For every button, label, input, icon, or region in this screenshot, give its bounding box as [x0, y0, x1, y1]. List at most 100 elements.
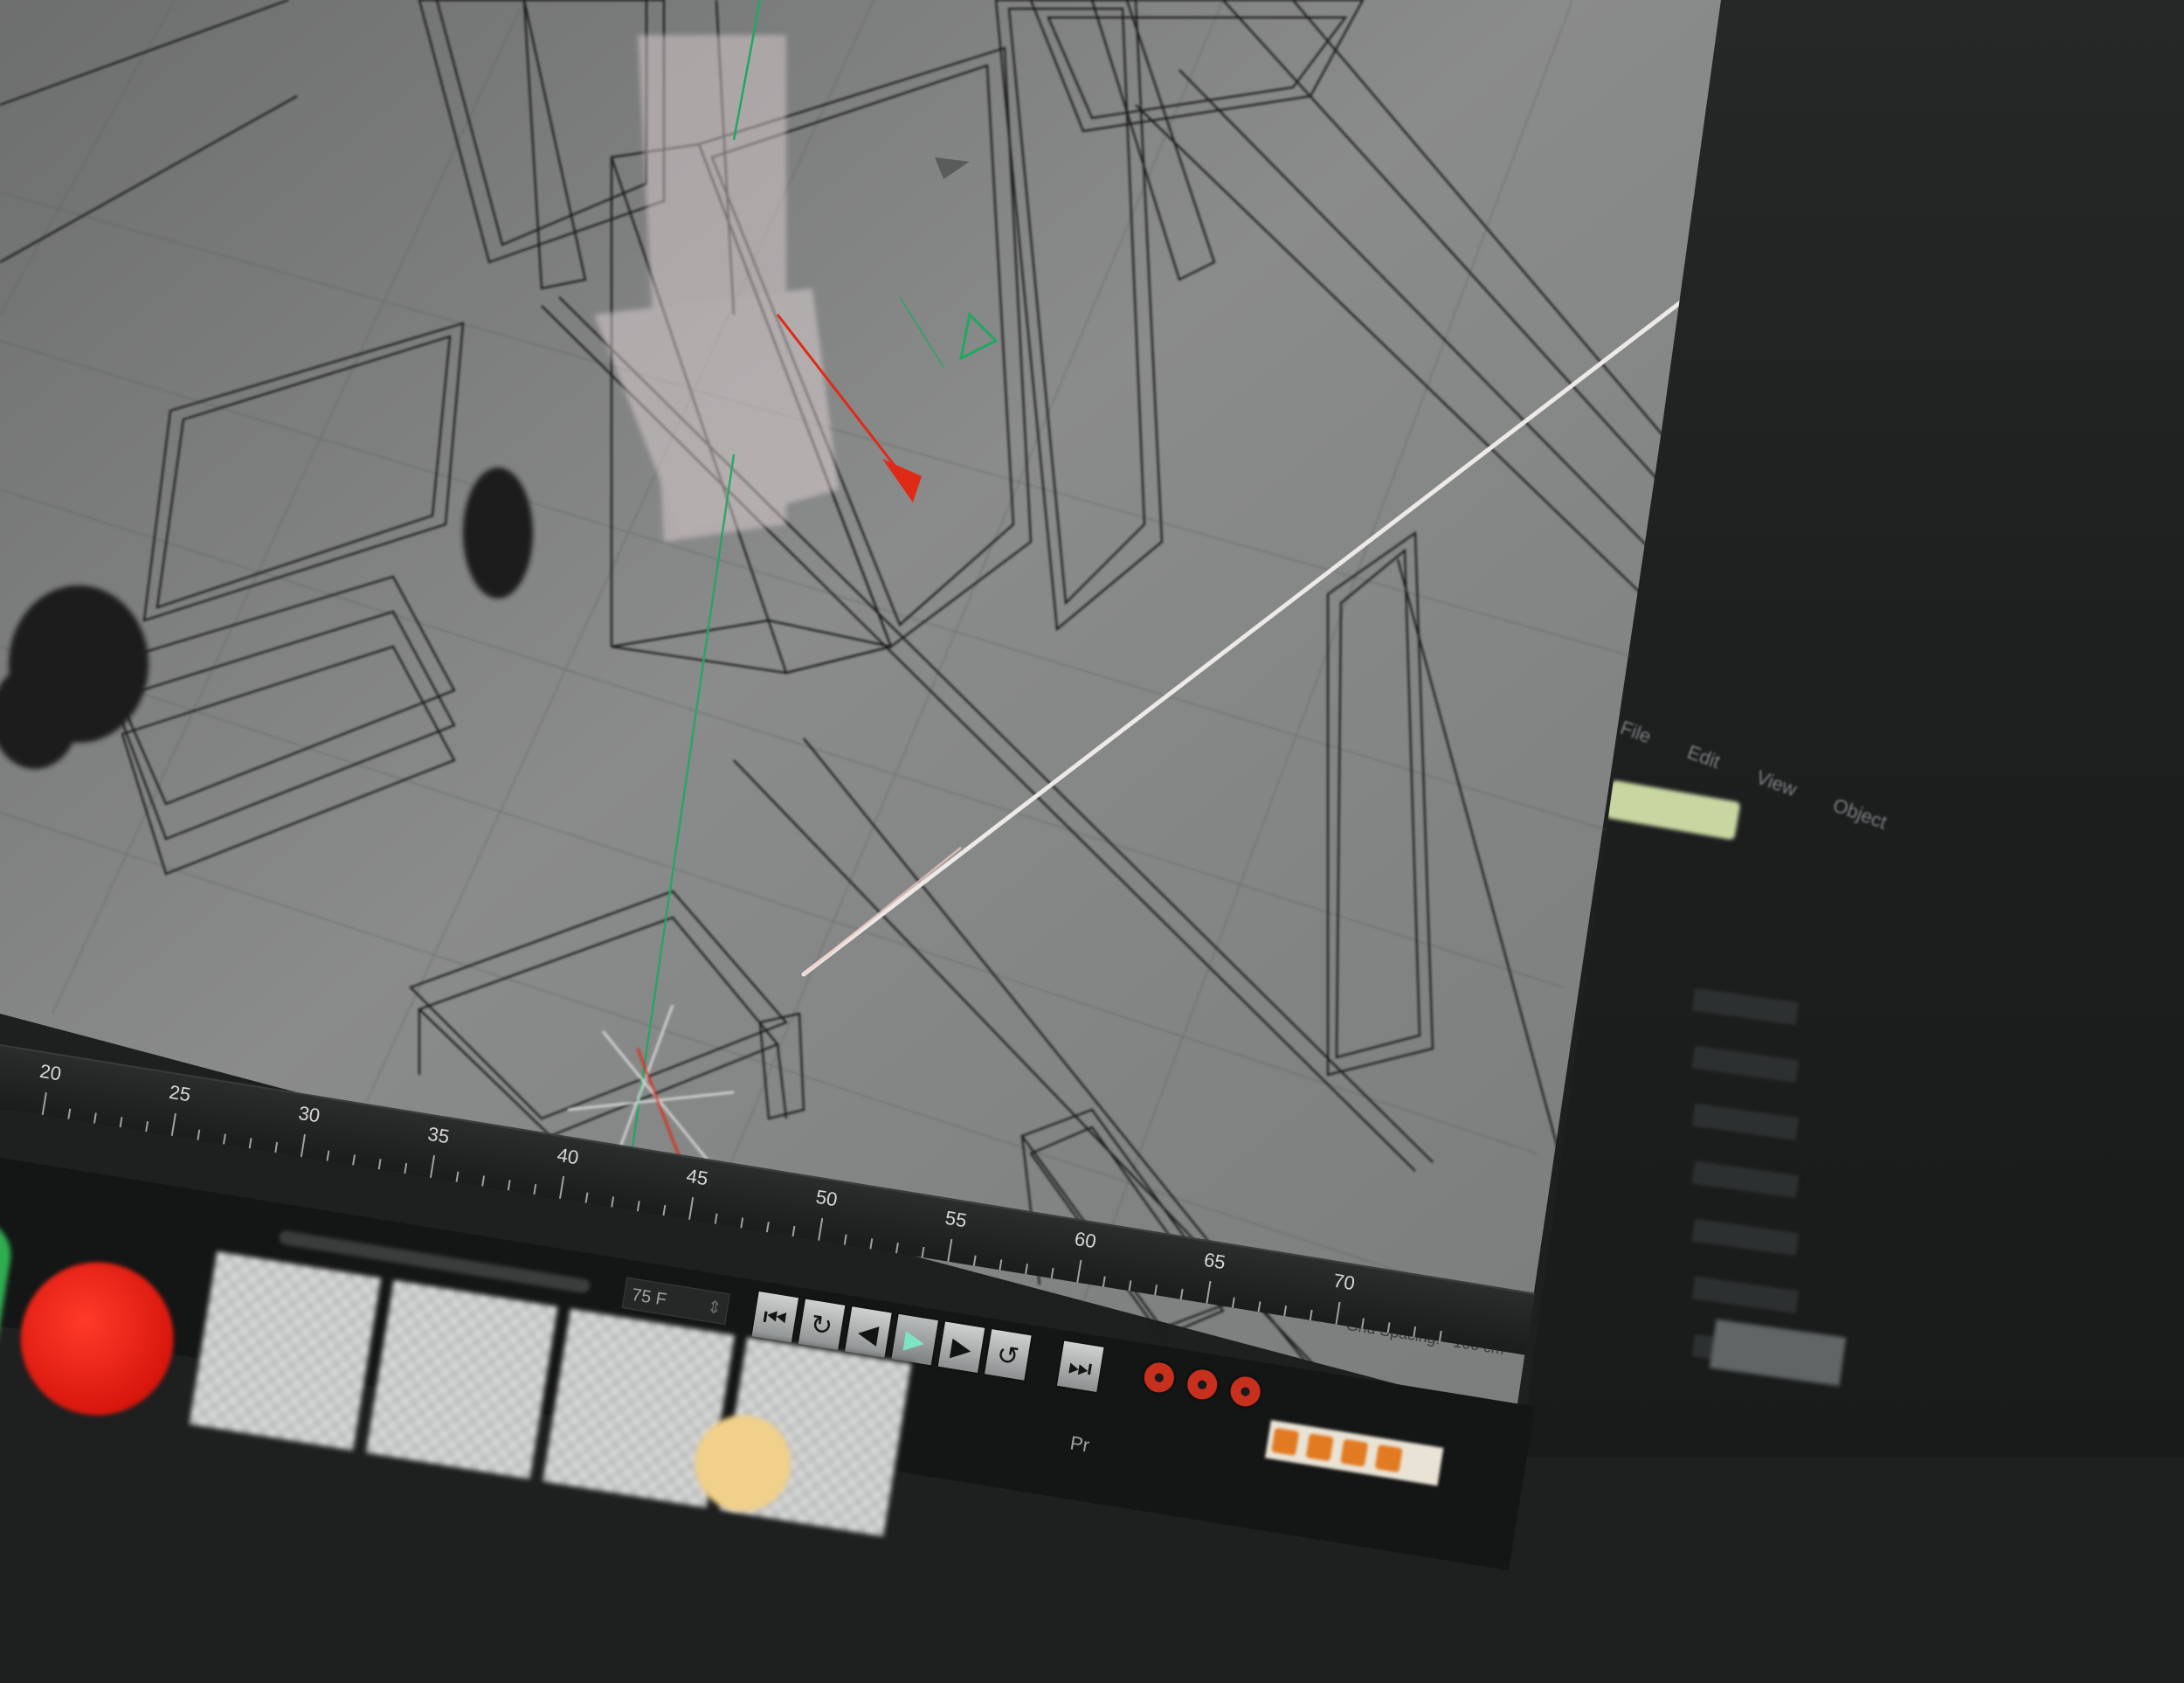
timeline-tick: [947, 1238, 953, 1262]
step-forward-icon[interactable]: ▶: [936, 1319, 987, 1375]
selected-node-tab[interactable]: [1605, 779, 1741, 841]
timeline-tick: [895, 1243, 899, 1254]
timeline-tick: [248, 1138, 252, 1149]
property-label: [1571, 1201, 1573, 1222]
timeline-tick: [636, 1201, 640, 1212]
timeline-tick: [455, 1171, 460, 1182]
timeline-tick: [791, 1225, 796, 1237]
go-to-start-icon[interactable]: ⏮: [750, 1289, 801, 1345]
record-key-icon[interactable]: ⏺: [1225, 1371, 1266, 1412]
timeline-tick: [1076, 1259, 1082, 1283]
timeline-tick: [352, 1154, 356, 1166]
timeline-tick: [999, 1259, 1003, 1271]
play-icon[interactable]: ▶: [889, 1312, 941, 1368]
timeline-tick: [1128, 1280, 1132, 1292]
property-label: [1571, 1316, 1573, 1338]
timeline-tick: [1050, 1267, 1054, 1279]
current-frame-value: 75 F: [630, 1285, 668, 1310]
shelf-thumb[interactable]: [187, 1249, 384, 1453]
timeline-tick: [1102, 1276, 1106, 1287]
timeline-tick: [404, 1162, 408, 1174]
timeline-tick-label: 25: [167, 1080, 192, 1106]
step-back-icon[interactable]: ◀: [842, 1304, 895, 1361]
timeline-tick: [145, 1121, 149, 1132]
timeline-tick-label: 45: [685, 1164, 710, 1190]
timeline-tick-label: 40: [556, 1143, 581, 1169]
property-value-field[interactable]: [1691, 1160, 1800, 1199]
property-label: [1571, 1258, 1573, 1280]
timeline-tick-label: 35: [425, 1122, 452, 1148]
tool-icon[interactable]: [1271, 1427, 1300, 1456]
timeline-tick: [326, 1150, 330, 1161]
timeline-tick: [481, 1175, 486, 1187]
timeline-tick: [972, 1255, 977, 1266]
menu-item-file[interactable]: File: [1617, 717, 1654, 748]
timeline-tick: [300, 1133, 306, 1157]
timeline-tick: [765, 1222, 770, 1233]
timeline-tick: [869, 1238, 874, 1250]
outliner-item[interactable]: [1742, 19, 1761, 66]
timeline-tick: [688, 1196, 695, 1220]
spinner-icon[interactable]: ⇕: [704, 1292, 723, 1325]
property-value-field[interactable]: [1691, 1276, 1800, 1314]
timeline-tick: [1154, 1285, 1158, 1296]
timeline-tick: [740, 1217, 744, 1229]
timeline-tick: [1231, 1297, 1235, 1308]
shelf-thumb[interactable]: [363, 1278, 560, 1482]
timeline-tick: [507, 1180, 511, 1191]
shelf-green-swatch[interactable]: [0, 1215, 17, 1373]
timeline-tick: [1257, 1301, 1261, 1312]
bottom-status-label: Pr: [1068, 1431, 1091, 1457]
tool-icon[interactable]: [1340, 1438, 1369, 1467]
property-list[interactable]: [1571, 952, 1800, 1372]
timeline-tick: [119, 1117, 123, 1128]
timeline-tick: [1438, 1330, 1442, 1341]
timeline-tick: [1309, 1309, 1313, 1321]
timeline-tick: [818, 1217, 824, 1241]
property-label: [1571, 1085, 1573, 1107]
timeline-tick-label: 50: [814, 1185, 840, 1211]
go-to-end-icon[interactable]: ⏭: [1054, 1339, 1106, 1395]
timeline-tick-label: 70: [1331, 1269, 1357, 1295]
timeline-tick: [921, 1246, 925, 1258]
loop-back-icon[interactable]: ↻: [796, 1297, 847, 1353]
menu-item-object[interactable]: Object: [1830, 794, 1890, 834]
timeline-tick: [429, 1154, 436, 1178]
timeline-tick: [611, 1196, 615, 1208]
shelf-red-sphere-icon[interactable]: [9, 1250, 185, 1427]
property-value-field[interactable]: [1691, 1218, 1800, 1257]
outliner-item[interactable]: [1742, 171, 1761, 218]
property-value-field[interactable]: [1691, 1103, 1800, 1141]
timeline-tick: [274, 1141, 279, 1153]
timeline-tick: [1025, 1264, 1028, 1275]
timeline-tick: [1283, 1306, 1288, 1317]
outliner-item[interactable]: [1742, 222, 1761, 269]
menu-item-view[interactable]: View: [1753, 766, 1800, 801]
tool-icon[interactable]: [1374, 1444, 1403, 1473]
loop-forward-icon[interactable]: ↺: [982, 1326, 1033, 1383]
timeline-tick: [223, 1133, 226, 1145]
record-key-icon[interactable]: ⏺: [1182, 1364, 1223, 1405]
timeline-tick: [533, 1183, 537, 1195]
timeline-tick: [1386, 1322, 1391, 1333]
property-value-field[interactable]: [1691, 987, 1800, 1026]
timeline-tick: [1206, 1280, 1212, 1304]
timeline-tick: [197, 1129, 201, 1140]
outliner-item[interactable]: [1742, 273, 1761, 320]
outliner-item[interactable]: [1742, 70, 1761, 117]
timeline-tick: [584, 1192, 589, 1203]
timeline-tick: [377, 1159, 382, 1170]
property-value-field[interactable]: [1691, 1045, 1800, 1084]
menu-item-edit[interactable]: Edit: [1684, 741, 1723, 772]
timeline-tick-label: 30: [296, 1101, 322, 1127]
tool-icon[interactable]: [1305, 1433, 1334, 1462]
outliner-item[interactable]: [1742, 121, 1761, 168]
record-key-icon[interactable]: ⏺: [1138, 1357, 1179, 1398]
timeline-tick-label: 55: [943, 1206, 969, 1232]
timeline-tick: [1335, 1301, 1341, 1325]
timeline-tick: [662, 1204, 667, 1216]
timeline-tick: [41, 1092, 47, 1115]
timeline-tick-label: 60: [1073, 1227, 1098, 1253]
timeline-tick: [1179, 1288, 1184, 1300]
timeline-tick: [843, 1234, 847, 1245]
